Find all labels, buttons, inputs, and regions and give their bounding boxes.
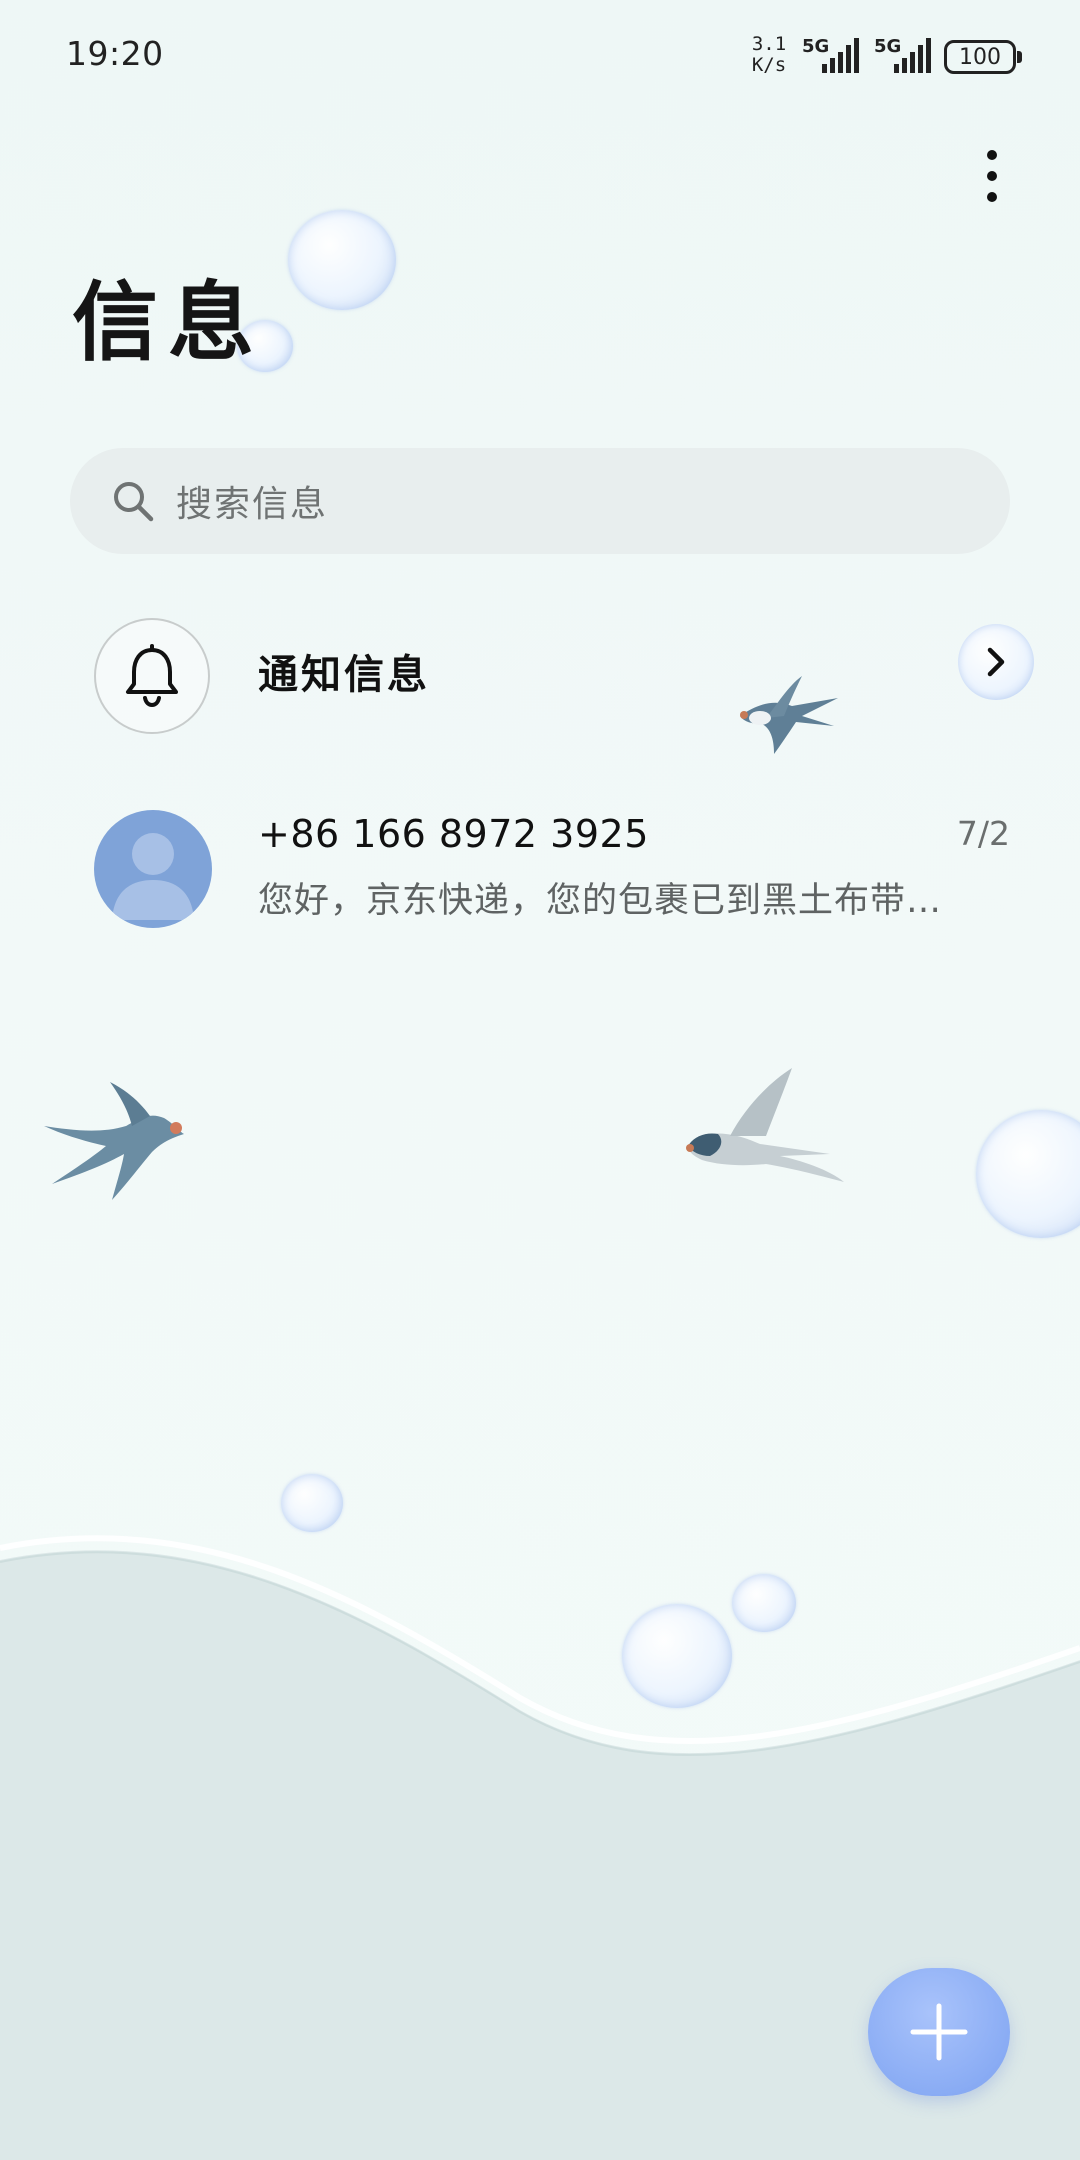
chevron-right-icon	[987, 647, 1005, 677]
battery-level: 100	[959, 44, 1001, 70]
more-vertical-icon	[987, 171, 997, 181]
notification-avatar	[94, 618, 210, 734]
network-speed-unit: K/s	[751, 54, 787, 76]
new-message-button[interactable]	[868, 1968, 1010, 2096]
bubble-decoration	[288, 210, 396, 310]
network-speed-value: 3.1	[751, 33, 787, 55]
network-speed: 3.1 K/s	[744, 34, 794, 76]
conversation-item[interactable]: +86 166 8972 3925 7/2 您好，京东快递，您的包裹已到黑土布带…	[0, 800, 1080, 930]
status-time: 19:20	[66, 34, 164, 73]
bubble-decoration	[732, 1574, 796, 1632]
sim1-signal: 5G	[802, 36, 866, 76]
notification-chevron-button[interactable]	[958, 624, 1034, 700]
avatar	[94, 810, 212, 928]
conversation-date: 7/2	[956, 814, 1010, 853]
swallow-bird-icon	[686, 1068, 844, 1182]
more-vertical-icon	[987, 192, 997, 202]
signal-bars-icon	[822, 38, 859, 73]
more-vertical-icon	[987, 150, 997, 160]
page-title: 信息	[72, 273, 264, 373]
search-bar[interactable]: 搜索信息	[70, 448, 1010, 554]
notification-messages-entry[interactable]: 通知信息	[0, 612, 1080, 734]
conversation-preview: 您好，京东快递，您的包裹已到黑土布带…	[258, 881, 943, 921]
signal-bars-icon	[894, 38, 931, 73]
bell-icon	[126, 644, 178, 708]
swallow-bird-icon	[44, 1082, 184, 1200]
notification-messages-label: 通知信息	[258, 652, 430, 698]
plus-icon	[910, 2003, 968, 2061]
battery-indicator: 100	[944, 40, 1022, 74]
status-bar: 19:20 3.1 K/s 5G 5G 100	[0, 0, 1080, 112]
search-icon	[114, 482, 154, 522]
sim2-signal: 5G	[874, 36, 938, 76]
search-placeholder: 搜索信息	[176, 484, 329, 525]
conversation-sender: +86 166 8972 3925	[258, 812, 649, 856]
bubble-decoration	[281, 1474, 343, 1532]
person-icon	[112, 833, 194, 920]
more-options-button[interactable]	[966, 138, 1018, 214]
bubble-decoration	[976, 1110, 1080, 1238]
bubble-decoration	[622, 1604, 732, 1708]
